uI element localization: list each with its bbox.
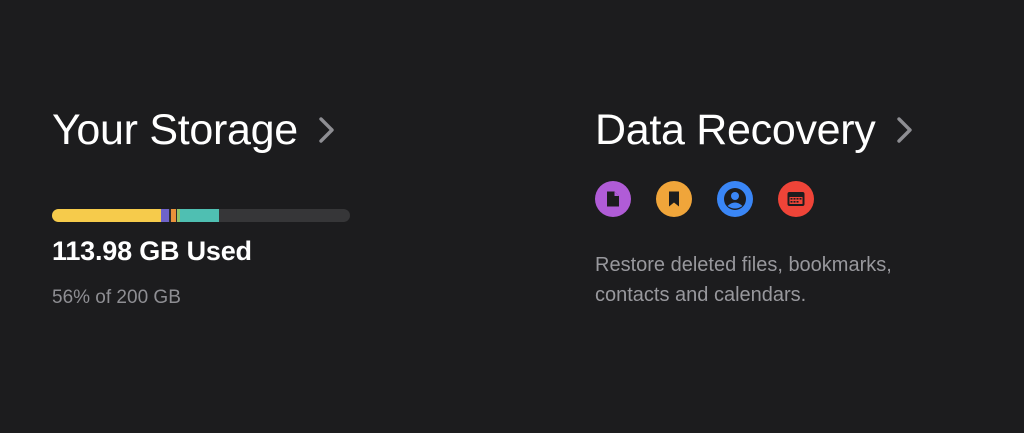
recovery-title: Data Recovery [595, 106, 876, 154]
bookmark-icon [656, 181, 692, 217]
recovery-icons [595, 181, 814, 217]
chevron-right-icon [896, 117, 912, 143]
storage-segment-teal [180, 209, 219, 222]
contacts-icon [717, 181, 753, 217]
your-storage-link[interactable]: Your Storage [52, 104, 338, 156]
storage-percent-label: 56% of 200 GB [52, 287, 181, 308]
used-storage-label: 113.98 GB Used [52, 236, 252, 266]
storage-segment-purple [160, 209, 169, 222]
data-recovery-link[interactable]: Data Recovery [595, 104, 916, 156]
recovery-description: Restore deleted files, bookmarks, contac… [595, 250, 975, 310]
storage-segment-primary [52, 209, 161, 222]
recovery-description-line: Restore deleted files, bookmarks, [595, 254, 892, 276]
recovery-description-line: contacts and calendars. [595, 284, 807, 306]
storage-title: Your Storage [52, 106, 298, 154]
calendar-icon [778, 181, 814, 217]
file-icon [595, 181, 631, 217]
storage-usage-bar [52, 209, 350, 222]
chevron-right-icon [319, 117, 334, 143]
